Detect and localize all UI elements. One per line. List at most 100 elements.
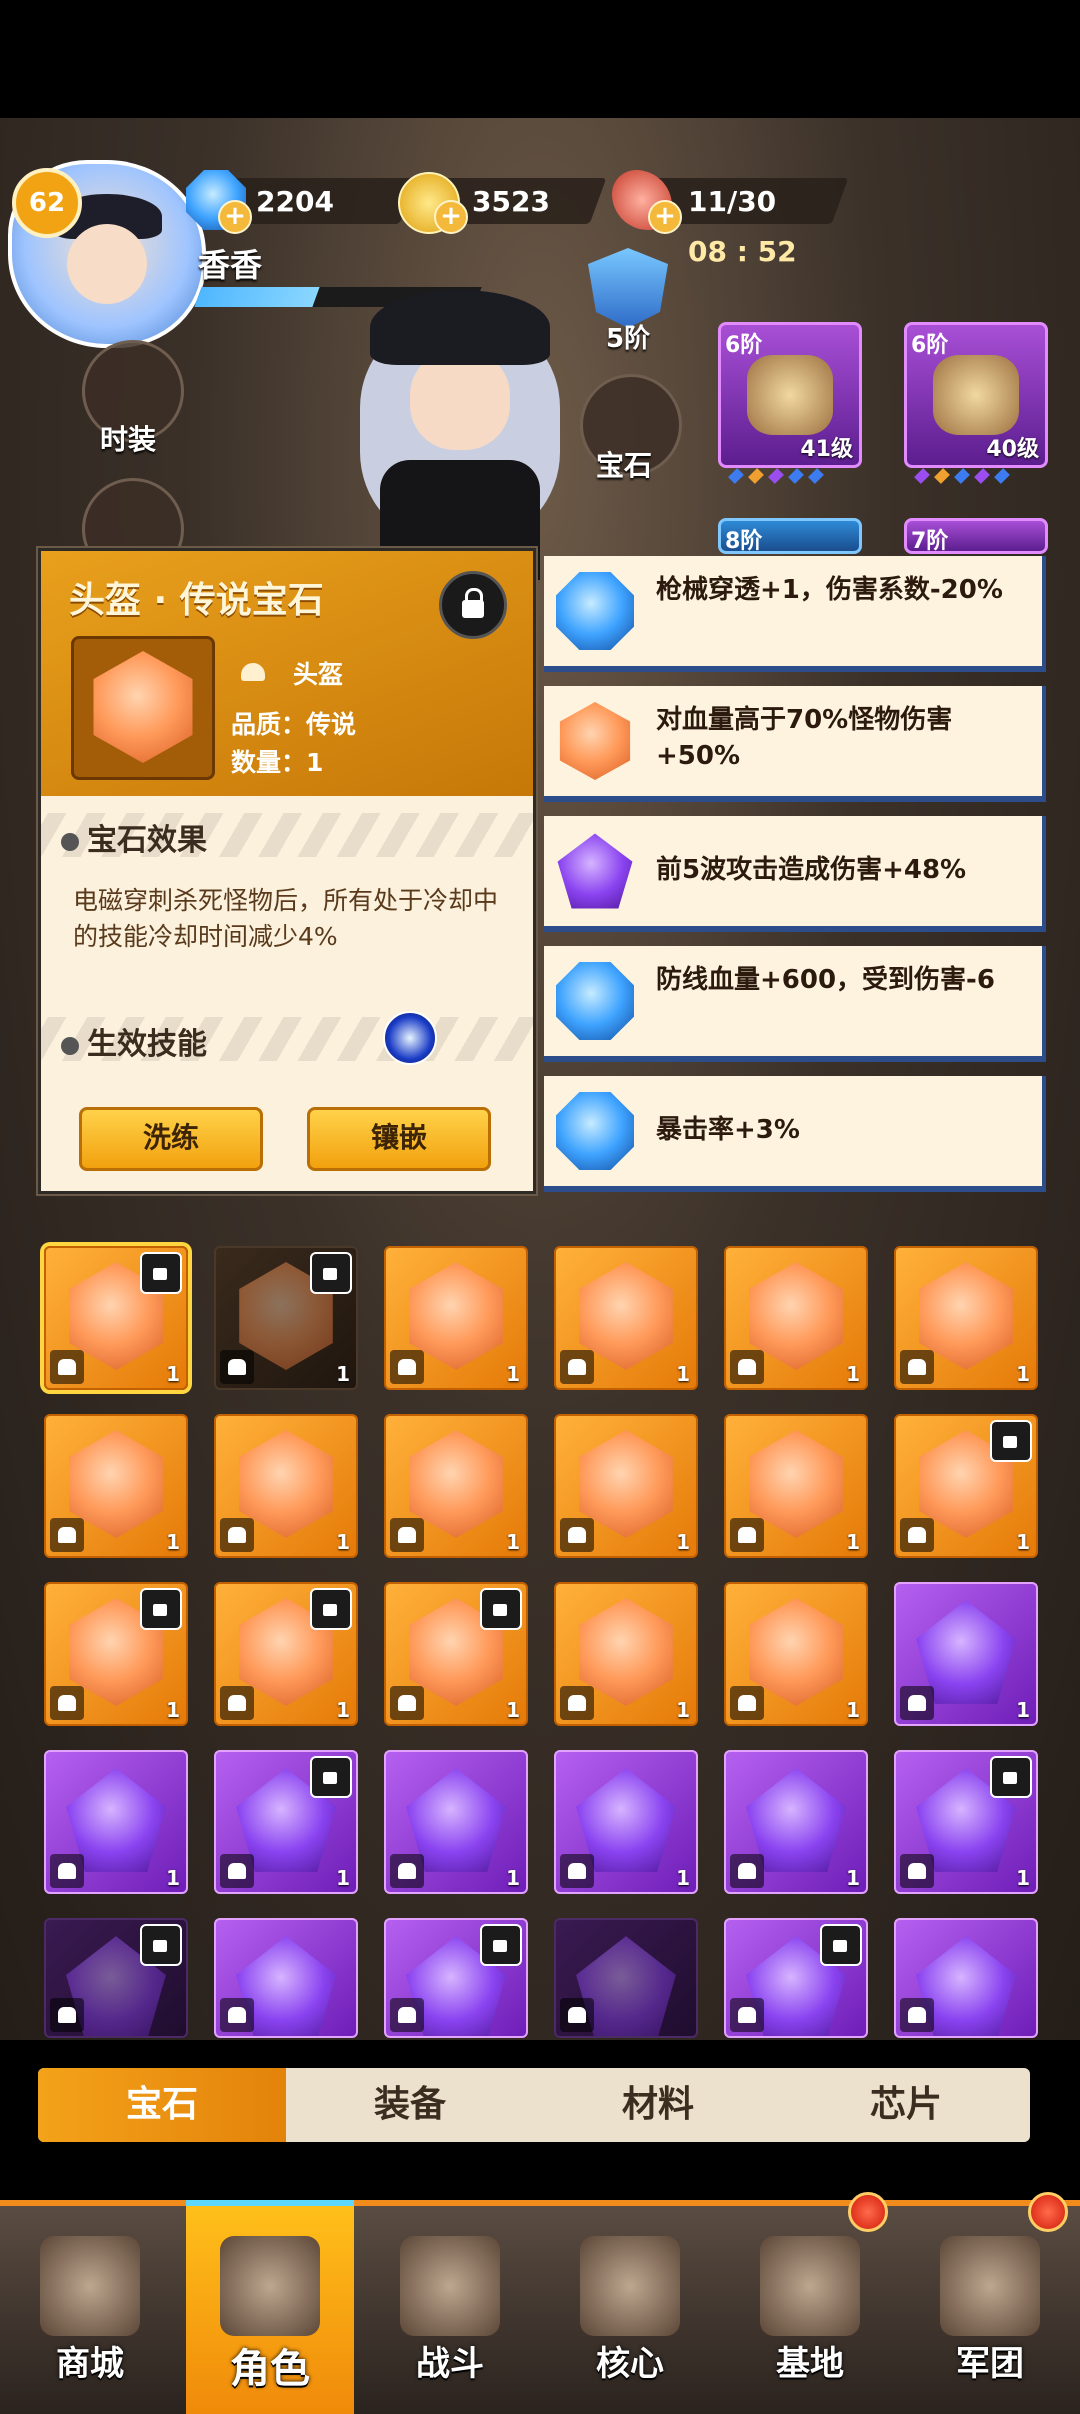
equip-tier: 7阶 — [911, 529, 949, 554]
rank-label: 5阶 — [606, 324, 651, 354]
lock-icon — [480, 1924, 522, 1966]
refine-button[interactable]: 洗练 — [79, 1107, 263, 1171]
lock-toggle-button[interactable] — [439, 571, 507, 639]
notification-badge-icon — [1028, 2192, 1068, 2232]
equip-slot-gloves[interactable]: 6阶 40级 — [904, 322, 1048, 468]
lock-icon — [310, 1588, 352, 1630]
quality-pip-icon — [728, 468, 744, 484]
quality-pip-icon — [768, 468, 784, 484]
gem-effect-text: 前5波攻击造成伤害+48% — [656, 855, 967, 885]
inventory-gem-cell[interactable]: 1 — [894, 1414, 1038, 1558]
slot-type-icon — [560, 1998, 594, 2032]
inventory-gem-cell[interactable]: 1 — [554, 1750, 698, 1894]
quality-pip-icon — [934, 468, 950, 484]
skill-icon[interactable] — [383, 1011, 437, 1065]
inventory-gem-cell[interactable]: 1 — [894, 1750, 1038, 1894]
gem-count: 1 — [1016, 1362, 1030, 1386]
gem-effect-row[interactable]: 枪械穿透+1，伤害系数-20% — [544, 556, 1046, 672]
gem-effect-row[interactable]: 对血量高于70%怪物伤害+50% — [544, 686, 1046, 802]
inventory-gem-cell[interactable]: 1 — [44, 1750, 188, 1894]
gem-count: 1 — [846, 1362, 860, 1386]
tab-1[interactable]: 装备 — [286, 2068, 534, 2142]
gem-effect-row[interactable]: 防线血量+600，受到伤害-6 — [544, 946, 1046, 1062]
equip-slot-armor[interactable]: 8阶 — [718, 518, 862, 554]
tab-2[interactable]: 材料 — [534, 2068, 782, 2142]
gem-detail-title: 头盔 · 传说宝石 — [69, 580, 324, 621]
avatar-face — [67, 224, 147, 304]
inventory-gem-cell[interactable]: 1 — [214, 1750, 358, 1894]
nav-item-2[interactable]: 战斗 — [366, 2206, 534, 2414]
gem-quality: 品质：传说 — [231, 710, 357, 739]
gem-count: 1 — [336, 1362, 350, 1386]
effect-heading: 宝石效果 — [61, 815, 207, 859]
slot-type-icon — [390, 1854, 424, 1888]
inventory-gem-cell[interactable]: 1 — [214, 1246, 358, 1390]
fashion-label: 时装 — [100, 423, 157, 456]
inventory-gem-cell[interactable]: 1 — [214, 1414, 358, 1558]
inventory-gem-cell[interactable]: 1 — [384, 1582, 528, 1726]
gem-effect-row[interactable]: 暴击率+3% — [544, 1076, 1046, 1192]
gem-effect-description: 电磁穿刺杀死怪物后，所有处于冷却中的技能冷却时间减少4% — [73, 886, 499, 951]
inventory-gem-cell[interactable]: 1 — [44, 1582, 188, 1726]
inventory-gem-cell[interactable] — [384, 1918, 528, 2038]
inventory-gem-cell[interactable] — [554, 1918, 698, 2038]
inventory-gem-cell[interactable]: 1 — [894, 1246, 1038, 1390]
inventory-gem-cell[interactable]: 1 — [724, 1582, 868, 1726]
gem-effect-row[interactable]: 前5波攻击造成伤害+48% — [544, 816, 1046, 932]
inventory-gem-cell[interactable] — [894, 1918, 1038, 2038]
nav-item-5[interactable]: 军团 — [906, 2192, 1074, 2414]
nav-icon — [220, 2236, 320, 2336]
coin-add-button[interactable]: + — [434, 200, 468, 234]
inventory-gem-cell[interactable]: 1 — [384, 1246, 528, 1390]
nav-icon — [760, 2236, 860, 2336]
gem-effect-text: 枪械穿透+1，伤害系数-20% — [656, 575, 1003, 605]
quality-pip-icon — [974, 468, 990, 484]
inventory-gem-cell[interactable]: 1 — [214, 1582, 358, 1726]
inventory-gem-cell[interactable]: 1 — [724, 1246, 868, 1390]
inventory-gem-cell[interactable]: 1 — [384, 1750, 528, 1894]
inventory-gem-cell[interactable]: 1 — [384, 1414, 528, 1558]
equip-slot-helmet[interactable]: 6阶 41级 — [718, 322, 862, 468]
inventory-gem-cell[interactable] — [214, 1918, 358, 2038]
inventory-gem-cell[interactable]: 1 — [554, 1582, 698, 1726]
lock-icon — [310, 1756, 352, 1798]
lock-icon — [140, 1588, 182, 1630]
gem-count: 1 — [1016, 1698, 1030, 1722]
stamina-timer: 08 : 52 — [688, 235, 797, 268]
inlay-button[interactable]: 镶嵌 — [307, 1107, 491, 1171]
stamina-add-button[interactable]: + — [648, 200, 682, 234]
nav-item-3[interactable]: 核心 — [546, 2206, 714, 2414]
skill-heading-text: 生效技能 — [87, 1027, 207, 1062]
slot-type-icon — [560, 1686, 594, 1720]
lock-icon — [990, 1756, 1032, 1798]
blue-gem-icon — [556, 572, 634, 650]
equip-pips — [914, 468, 1010, 490]
inventory-gem-cell[interactable]: 1 — [724, 1750, 868, 1894]
slot-type-icon — [50, 1686, 84, 1720]
inventory-gem-cell[interactable]: 1 — [44, 1246, 188, 1390]
slot-type-icon — [900, 1854, 934, 1888]
inventory-gem-cell[interactable] — [724, 1918, 868, 2038]
gem-count: 1 — [846, 1866, 860, 1890]
slot-type-icon — [220, 1854, 254, 1888]
gem-count: 1 — [506, 1698, 520, 1722]
nav-item-0[interactable]: 商城 — [6, 2206, 174, 2414]
nav-item-1[interactable]: 角色 — [186, 2200, 354, 2414]
inventory-gem-cell[interactable]: 1 — [894, 1582, 1038, 1726]
nav-label: 战斗 — [416, 2344, 484, 2384]
inventory-gem-cell[interactable]: 1 — [554, 1414, 698, 1558]
tab-0[interactable]: 宝石 — [38, 2068, 286, 2142]
effect-heading-text: 宝石效果 — [87, 823, 207, 858]
inventory-gem-cell[interactable]: 1 — [724, 1414, 868, 1558]
equip-tier: 8阶 — [725, 529, 763, 554]
equip-slot-boots[interactable]: 7阶 — [904, 518, 1048, 554]
tab-3[interactable]: 芯片 — [782, 2068, 1030, 2142]
gem-count: 1 — [846, 1530, 860, 1554]
inventory-gem-cell[interactable]: 1 — [44, 1414, 188, 1558]
nav-item-4[interactable]: 基地 — [726, 2192, 894, 2414]
inventory-gem-cell[interactable]: 1 — [554, 1246, 698, 1390]
inventory-gem-cell[interactable] — [44, 1918, 188, 2038]
slot-type-icon — [390, 1350, 424, 1384]
diamond-add-button[interactable]: + — [218, 200, 252, 234]
gem-count: 1 — [336, 1866, 350, 1890]
